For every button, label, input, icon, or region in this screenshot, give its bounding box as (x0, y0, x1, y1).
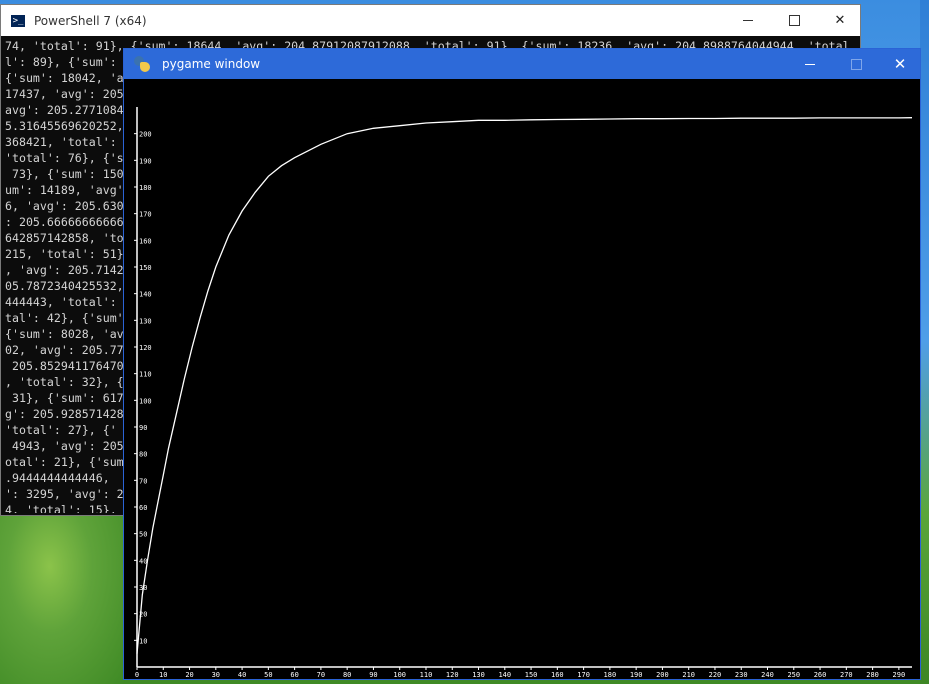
x-tick-label: 100 (393, 671, 406, 679)
x-tick-label: 200 (656, 671, 669, 679)
pygame-minimize-button[interactable] (787, 49, 833, 79)
x-tick-label: 290 (893, 671, 906, 679)
pygame-canvas[interactable]: 0 10 20 30 40 50 60 70 80 90 100 110 120 130 140 150 160… (124, 79, 920, 679)
x-tick-label: 180 (604, 671, 617, 679)
desktop-background (920, 0, 929, 684)
minimize-icon (805, 63, 815, 65)
x-tick-label: 90 (369, 671, 377, 679)
x-tick-label: 210 (682, 671, 695, 679)
x-tick-label: 80 (343, 671, 351, 679)
y-tick-label: 150 (139, 264, 152, 272)
python-icon (134, 56, 150, 72)
powershell-icon: >_ (11, 14, 25, 27)
x-tick-label: 270 (840, 671, 853, 679)
x-tick-label: 220 (709, 671, 722, 679)
pygame-close-button[interactable]: ✕ (877, 49, 923, 79)
x-tick-label: 40 (238, 671, 246, 679)
y-tick-label: 70 (139, 477, 147, 485)
y-tick-label: 80 (139, 451, 147, 459)
y-tick-label: 90 (139, 424, 147, 432)
x-tick-label: 190 (630, 671, 643, 679)
x-tick-label: 150 (525, 671, 538, 679)
x-tick-label: 160 (551, 671, 564, 679)
x-tick-label: 110 (420, 671, 433, 679)
powershell-title-bar[interactable]: >_ PowerShell 7 (x64) ✕ (1, 5, 860, 36)
y-tick-label: 120 (139, 344, 152, 352)
desktop-wallpaper-hill (0, 516, 124, 684)
y-tick-label: 60 (139, 504, 147, 512)
x-tick-label: 10 (159, 671, 167, 679)
y-tick-label: 190 (139, 157, 152, 165)
x-tick-label: 30 (212, 671, 220, 679)
y-tick-label: 40 (139, 557, 147, 565)
x-tick-label: 280 (866, 671, 879, 679)
close-icon: ✕ (834, 13, 846, 28)
y-tick-label: 100 (139, 397, 152, 405)
x-tick-label: 140 (498, 671, 511, 679)
y-tick-label: 130 (139, 317, 152, 325)
x-tick-label: 120 (446, 671, 459, 679)
x-tick-label: 230 (735, 671, 748, 679)
x-tick-label: 260 (814, 671, 827, 679)
close-button[interactable]: ✕ (817, 5, 863, 36)
series-line (136, 117, 913, 654)
x-tick-label: 250 (787, 671, 800, 679)
y-tick-label: 140 (139, 291, 152, 299)
maximize-button[interactable] (771, 5, 817, 36)
y-tick-label: 160 (139, 237, 152, 245)
y-tick-label: 170 (139, 211, 152, 219)
powershell-title: PowerShell 7 (x64) (34, 13, 147, 28)
x-tick-label: 0 (135, 671, 139, 679)
x-tick-label: 20 (185, 671, 193, 679)
y-tick-label: 200 (139, 131, 152, 139)
y-tick-label: 10 (139, 637, 147, 645)
close-icon: ✕ (893, 54, 907, 73)
pygame-maximize-button[interactable] (833, 49, 879, 79)
x-tick-label: 50 (264, 671, 272, 679)
x-tick-label: 240 (761, 671, 774, 679)
x-tick-label: 130 (472, 671, 485, 679)
x-tick-label: 170 (577, 671, 590, 679)
maximize-icon (850, 58, 862, 70)
y-tick-label: 50 (139, 531, 147, 539)
maximize-icon (788, 15, 800, 26)
pygame-title: pygame window (162, 57, 261, 71)
y-tick-label: 180 (139, 184, 152, 192)
pygame-title-bar[interactable]: pygame window ✕ (124, 49, 920, 79)
x-tick-label: 70 (317, 671, 325, 679)
minimize-button[interactable] (725, 5, 771, 36)
minimize-icon (743, 20, 753, 21)
line-chart: 0 10 20 30 40 50 60 70 80 90 100 110 120 130 140 150 160… (134, 107, 913, 679)
x-tick-label: 60 (290, 671, 298, 679)
pygame-window[interactable]: pygame window ✕ 0 10 20 30 40 50 60 70 80 90 100 11… (123, 48, 921, 680)
y-tick-label: 110 (139, 371, 152, 379)
